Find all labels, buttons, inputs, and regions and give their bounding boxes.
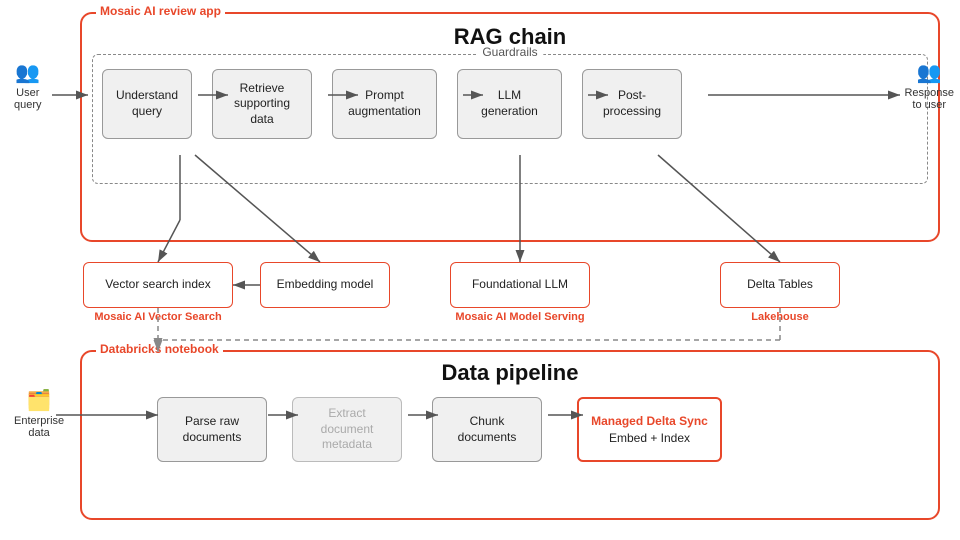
embedding-model-box: Embedding model xyxy=(260,262,390,308)
data-pipeline-box: Databricks notebook Data pipeline Parse … xyxy=(80,350,940,520)
pipeline-title: Data pipeline xyxy=(82,360,938,386)
step-prompt: Prompt augmentation xyxy=(332,69,437,139)
step-retrieve: Retrieve supporting data xyxy=(212,69,312,139)
enterprise-data: 🗂️ Enterprise data xyxy=(14,388,64,439)
managed-delta-sync-box: Managed Delta Sync Embed + Index xyxy=(577,397,722,462)
rag-chain-box: Mosaic AI review app RAG chain Guardrail… xyxy=(80,12,940,242)
step-extract: Extract document metadata xyxy=(292,397,402,462)
response-to-user: 👥 Response to user xyxy=(904,60,954,111)
step-chunk: Chunk documents xyxy=(432,397,542,462)
step-post: Post- processing xyxy=(582,69,682,139)
user-query: 👥 User query xyxy=(14,60,42,111)
pipeline-outer-label: Databricks notebook xyxy=(96,342,223,356)
delta-tables-box: Delta Tables xyxy=(720,262,840,308)
rag-outer-label: Mosaic AI review app xyxy=(96,4,225,18)
foundational-llm-box: Foundational LLM xyxy=(450,262,590,308)
guardrails-label: Guardrails xyxy=(476,45,543,59)
step-parse: Parse raw documents xyxy=(157,397,267,462)
foundational-llm-sublabel: Mosaic AI Model Serving xyxy=(430,311,610,323)
step-understand: Understand query xyxy=(102,69,192,139)
delta-tables-sublabel: Lakehouse xyxy=(720,311,840,323)
vector-search-box: Vector search index xyxy=(83,262,233,308)
diagram: Mosaic AI review app RAG chain Guardrail… xyxy=(0,0,960,540)
step-llm: LLM generation xyxy=(457,69,562,139)
vector-search-sublabel: Mosaic AI Vector Search xyxy=(83,311,233,323)
